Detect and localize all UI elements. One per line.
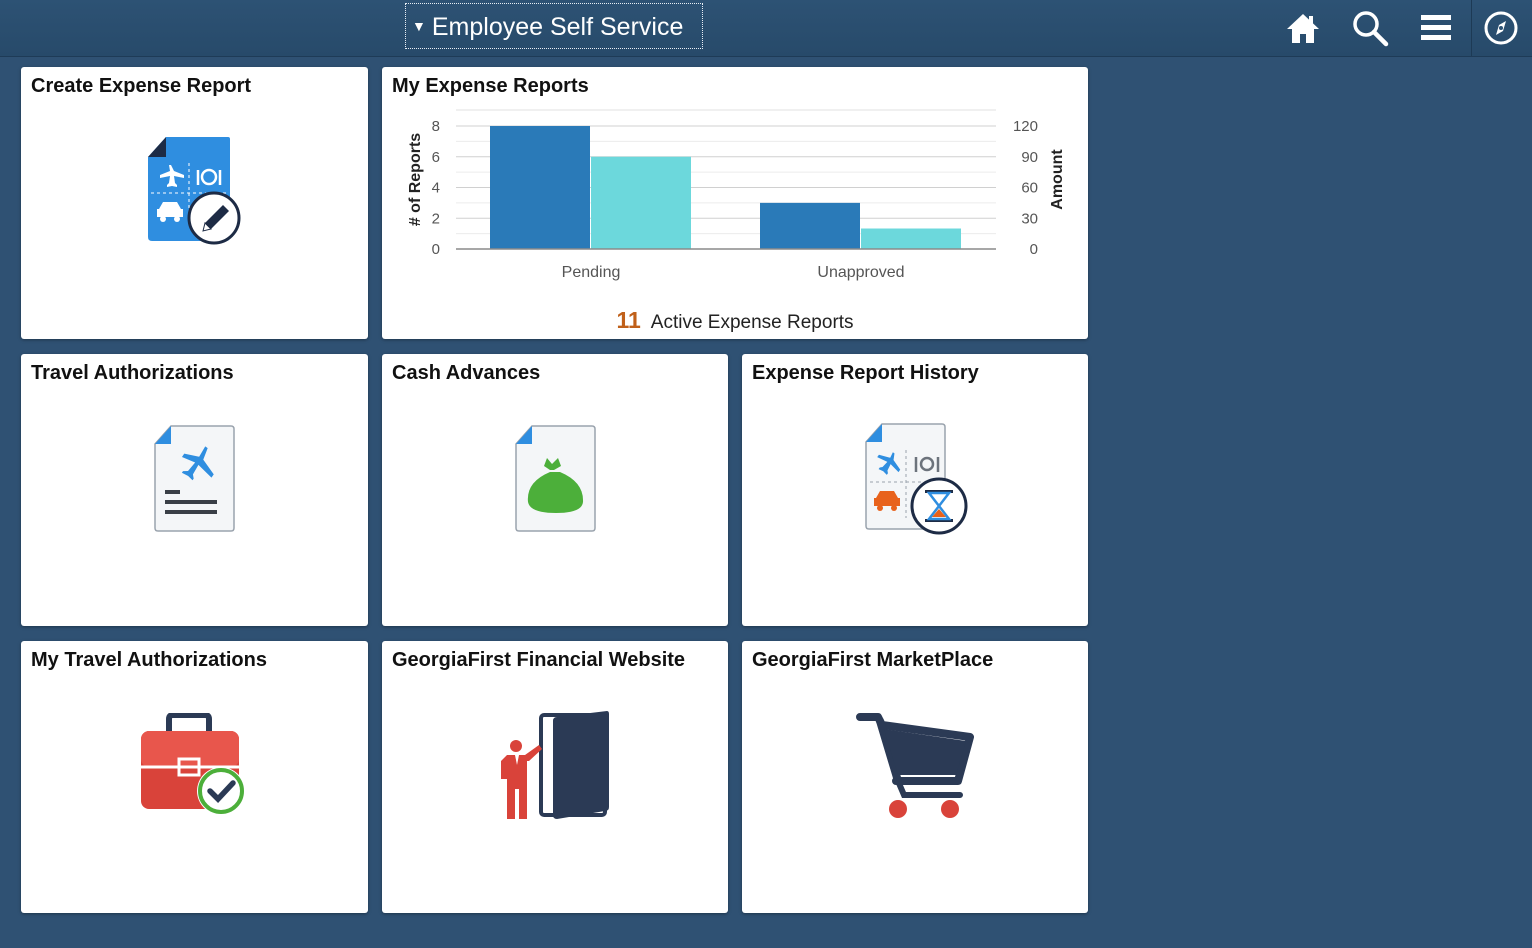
y-right-tick-label: 30: [1021, 210, 1038, 227]
tile-my-expense-reports[interactable]: My Expense Reports Pending Unapproved 0 2 4 6…: [382, 67, 1088, 339]
tile-my-travel-authorizations[interactable]: My Travel Authorizations: [21, 641, 368, 913]
y-tick-label: 0: [432, 241, 440, 258]
briefcase-check-icon: [141, 713, 245, 815]
tile-georgiafirst-financial-website[interactable]: GeorgiaFirst Financial Website: [382, 641, 728, 913]
active-reports-count: 11: [616, 307, 641, 333]
y-right-axis-title: Amount: [1049, 149, 1066, 210]
person-door-icon: [501, 711, 609, 819]
chart-bar: [760, 202, 860, 249]
expense-report-edit-icon: [148, 137, 241, 245]
page-title: Employee Self Service: [431, 13, 684, 41]
active-reports-summary: 11 Active Expense Reports: [382, 307, 1088, 334]
chart-bar: [490, 126, 590, 249]
home-icon[interactable]: [1283, 8, 1323, 48]
active-reports-label: Active Expense Reports: [650, 312, 854, 333]
tile-cash-advances[interactable]: Cash Advances: [382, 354, 728, 626]
expense-history-hourglass-icon: [865, 423, 968, 535]
page-title-dropdown[interactable]: ▼ Employee Self Service: [405, 3, 703, 49]
shopping-cart-icon: [856, 713, 974, 818]
x-tick-label: Unapproved: [817, 264, 904, 281]
tile-travel-authorizations[interactable]: Travel Authorizations: [21, 354, 368, 626]
tile-expense-report-history[interactable]: Expense Report History: [742, 354, 1088, 626]
expense-reports-chart: Pending Unapproved 0 2 4 6 8 0 30 60 90 120 # of Rep…: [407, 109, 1066, 281]
tile-title: Cash Advances: [392, 362, 541, 384]
y-tick-label: 4: [432, 180, 440, 197]
tile-title: GeorgiaFirst Financial Website: [392, 649, 686, 671]
money-bag-document-icon: [515, 425, 596, 532]
y-tick-label: 2: [432, 210, 440, 227]
chart-bar: [591, 156, 691, 249]
x-tick-label: Pending: [562, 264, 621, 281]
y-right-tick-label: 60: [1021, 180, 1038, 197]
search-icon[interactable]: [1350, 8, 1390, 48]
y-tick-label: 8: [432, 118, 440, 135]
navbar-compass-icon[interactable]: [1481, 8, 1521, 48]
chart-bar: [861, 228, 961, 249]
tile-georgiafirst-marketplace[interactable]: GeorgiaFirst MarketPlace: [742, 641, 1088, 913]
tile-title: My Travel Authorizations: [31, 649, 267, 671]
tile-create-expense-report[interactable]: Create Expense Report: [21, 67, 368, 339]
menu-icon[interactable]: [1416, 8, 1456, 48]
top-banner: ▼ Employee Self Service: [0, 0, 1532, 57]
tile-title: GeorgiaFirst MarketPlace: [752, 649, 994, 671]
tile-title: Expense Report History: [752, 362, 979, 384]
y-tick-label: 6: [432, 149, 440, 166]
y-axis-title: # of Reports: [407, 133, 424, 226]
tile-title: Travel Authorizations: [31, 362, 234, 384]
tile-title: Create Expense Report: [31, 75, 252, 97]
y-right-tick-label: 90: [1021, 149, 1038, 166]
y-right-tick-label: 0: [1030, 241, 1038, 258]
travel-document-icon: [154, 425, 235, 532]
y-right-tick-label: 120: [1013, 118, 1038, 135]
caret-down-icon: ▼: [412, 18, 426, 34]
nav-separator: [1471, 0, 1472, 56]
